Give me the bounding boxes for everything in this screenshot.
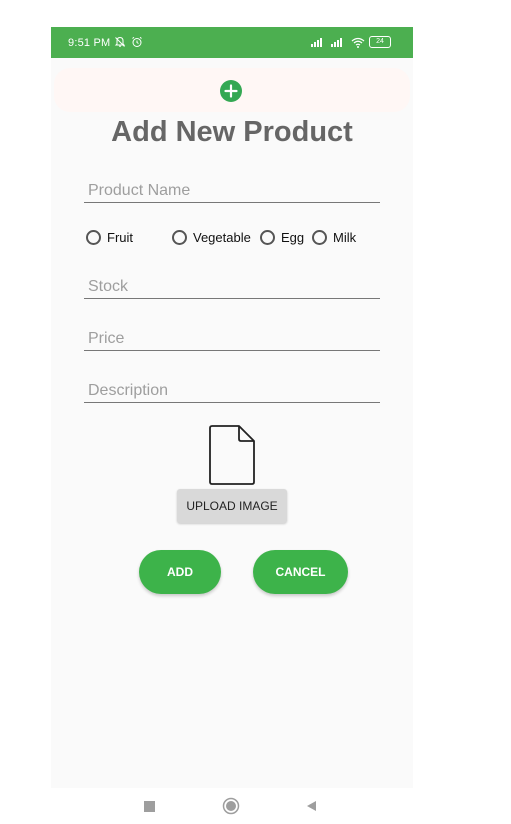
radio-button-icon — [260, 230, 275, 245]
radio-egg[interactable]: Egg — [260, 230, 304, 245]
phone-screen: 9:51 PM 24 Add New Product Product Name … — [51, 27, 413, 788]
navigation-bar — [51, 788, 413, 824]
home-icon[interactable] — [221, 796, 241, 816]
description-input[interactable] — [84, 379, 380, 403]
status-time: 9:51 PM — [68, 37, 111, 49]
recent-apps-icon[interactable] — [139, 796, 159, 816]
radio-button-icon — [86, 230, 101, 245]
radio-button-icon — [172, 230, 187, 245]
alarm-clock-icon — [132, 36, 142, 47]
radio-button-icon — [312, 230, 327, 245]
status-bar: 9:51 PM 24 — [51, 27, 413, 58]
product-name-input[interactable] — [84, 179, 380, 203]
radio-vegetable[interactable]: Vegetable — [172, 230, 251, 245]
category-radio-group: Fruit Vegetable Egg Milk — [86, 230, 386, 250]
plus-circle-icon[interactable] — [220, 80, 242, 102]
signal-icon — [311, 38, 322, 47]
battery-icon: 24 — [369, 36, 391, 48]
radio-fruit[interactable]: Fruit — [86, 230, 133, 245]
back-icon[interactable] — [301, 796, 321, 816]
stock-input[interactable] — [84, 275, 380, 299]
muted-bell-icon — [114, 36, 126, 47]
price-input[interactable] — [84, 327, 380, 351]
page-title: Add New Product — [111, 116, 353, 148]
file-icon — [209, 425, 255, 485]
wifi-icon — [351, 37, 365, 48]
add-button[interactable]: ADD — [139, 550, 221, 594]
upload-image-button[interactable]: UPLOAD IMAGE — [177, 489, 287, 523]
radio-milk[interactable]: Milk — [312, 230, 356, 245]
cancel-button[interactable]: CANCEL — [253, 550, 348, 594]
signal-icon — [331, 38, 342, 47]
